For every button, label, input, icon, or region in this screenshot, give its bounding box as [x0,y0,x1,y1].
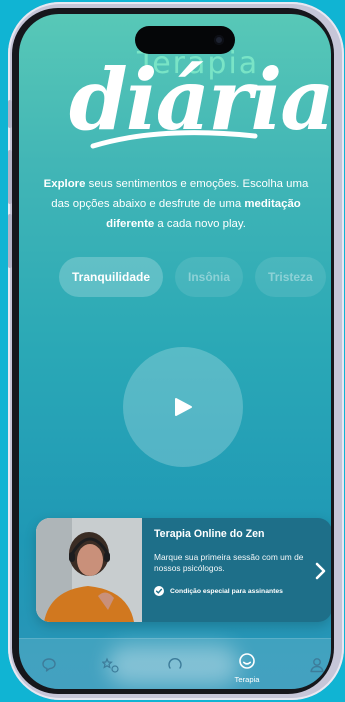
check-circle-icon [154,586,164,596]
card-badge: Condição especial para assinantes [154,586,314,596]
smile-icon [239,653,255,669]
logo-swoosh [90,130,258,149]
dynamic-island [135,26,235,54]
category-chips: Tranquilidade Insônia Tristeza [59,257,326,297]
play-button[interactable] [123,347,243,467]
star-shapes-icon [102,657,119,673]
tab-profile[interactable] [305,653,329,677]
description-part2: a cada novo play. [154,218,246,230]
user-icon [310,658,324,673]
circle-loop-icon [168,658,182,669]
description-explore: Explore [43,178,86,190]
camera-icon [214,35,224,45]
description-text: Explore seus sentimentos e emoções. Esco… [43,174,309,234]
app-screen: Terapia diária Explore seus sentimentos … [19,14,331,689]
tab-chat[interactable] [37,653,61,677]
tab-terapia-label: Terapia [234,675,260,684]
tab-shapes[interactable] [99,653,123,677]
app-logo: Terapia diária [59,40,331,170]
card-title: Terapia Online do Zen [154,528,265,540]
tab-terapia[interactable] [235,649,259,673]
card-badge-label: Condição especial para assinantes [170,587,283,595]
chat-bubble-icon [42,658,56,672]
therapist-illustration [36,518,142,622]
therapy-promo-card[interactable]: Terapia Online do Zen Marque sua primeir… [36,518,331,622]
therapist-photo [36,518,142,622]
chevron-right-icon[interactable] [314,562,326,580]
chip-tranquilidade[interactable]: Tranquilidade [59,257,164,297]
tab-loop[interactable] [163,653,187,677]
chip-tristeza[interactable]: Tristeza [255,257,326,297]
card-subtitle: Marque sua primeira sessão com um de nos… [154,552,304,573]
chip-insonia[interactable]: Insônia [175,257,244,297]
play-icon [175,398,192,416]
bottom-tab-bar: Terapia [19,638,331,689]
card-body: Terapia Online do Zen Marque sua primeir… [154,528,314,596]
